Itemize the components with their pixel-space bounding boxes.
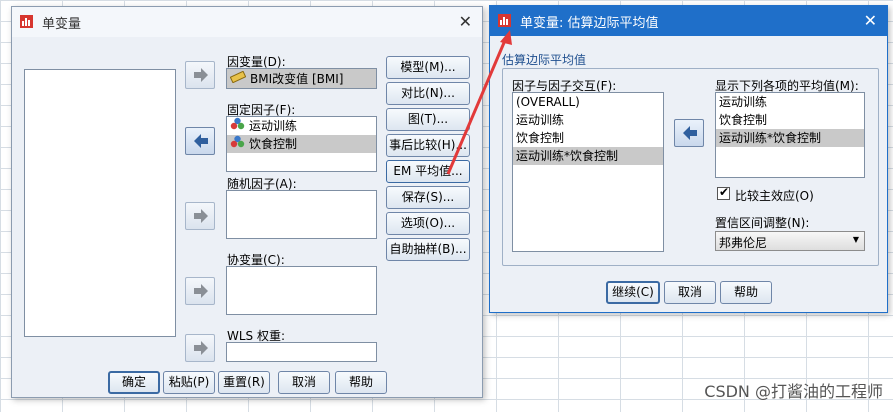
annotation-arrow <box>446 30 512 175</box>
watermark: CSDN @打酱油的工程师 <box>704 382 883 401</box>
